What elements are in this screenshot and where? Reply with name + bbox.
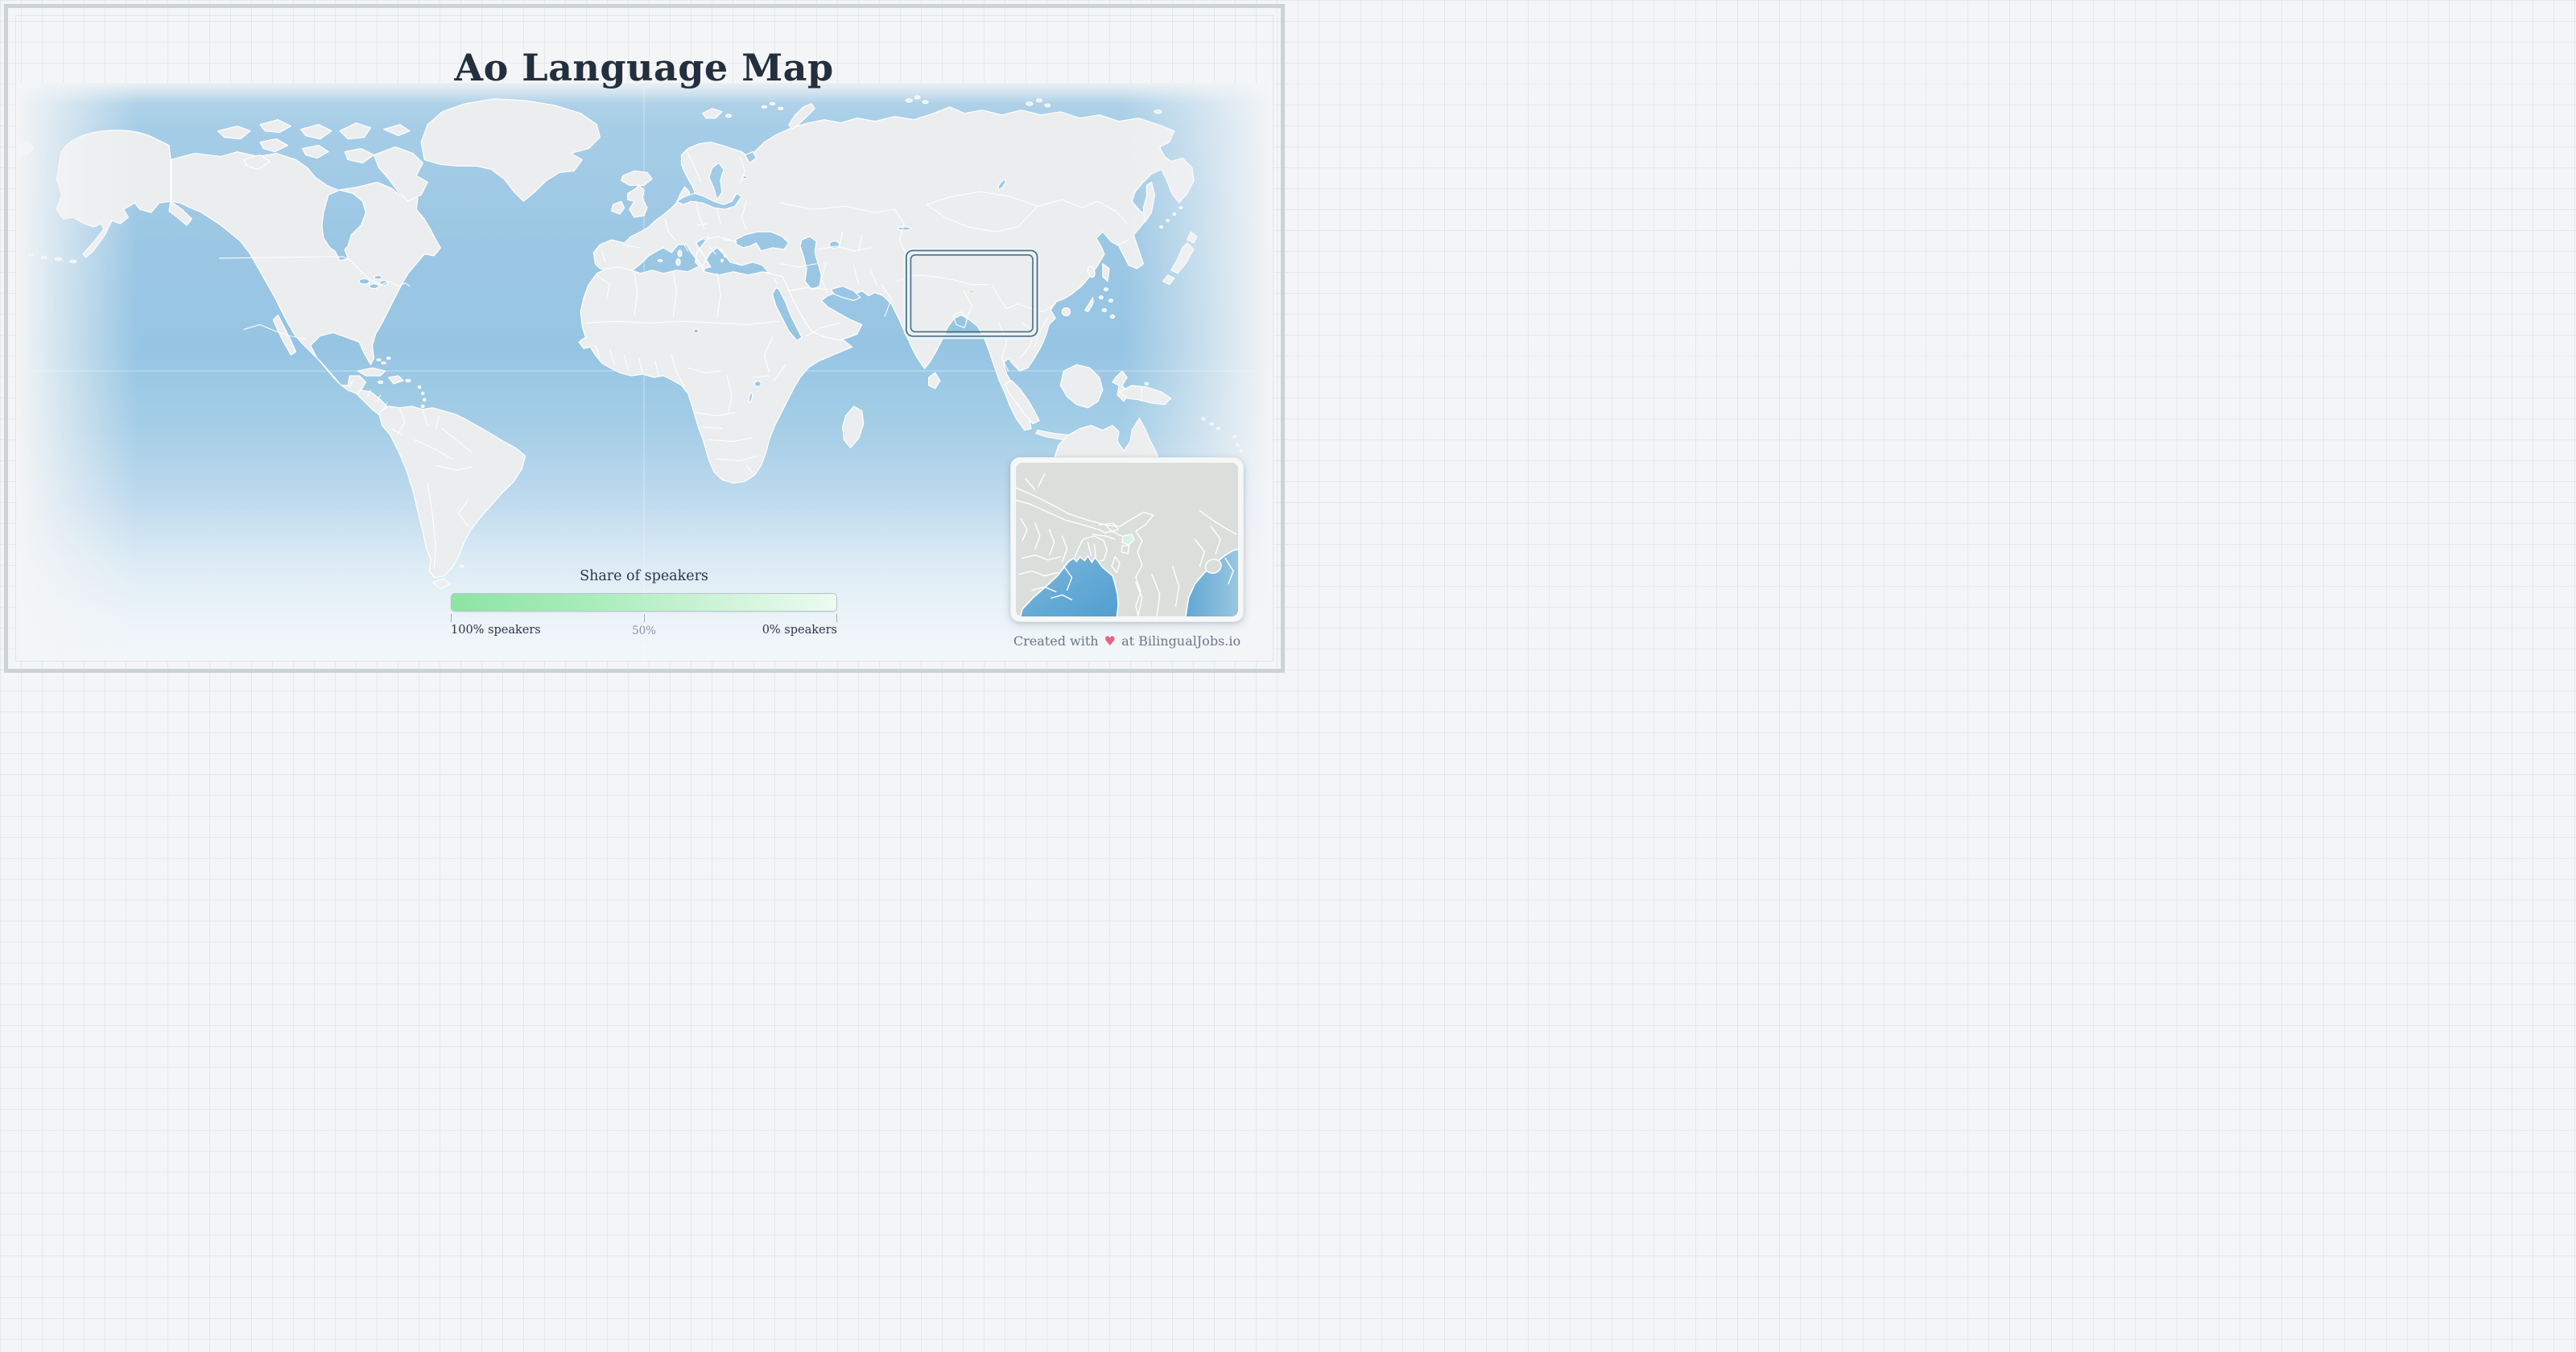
legend-tick-100 [451, 614, 452, 622]
heart-icon: ♥ [1104, 633, 1116, 649]
legend-tick-50 [644, 614, 645, 622]
inset-map [1016, 463, 1238, 616]
legend: Share of speakers 100% speakers 50% 0% s… [451, 568, 837, 640]
page-title: Ao Language Map [454, 45, 834, 89]
inset-map-svg [1016, 463, 1238, 616]
legend-label-0: 0% speakers [762, 624, 837, 637]
footer-prefix: Created with [1013, 633, 1099, 649]
left-fade [15, 83, 138, 661]
legend-label-100: 100% speakers [451, 624, 541, 637]
legend-ticks [451, 612, 837, 622]
legend-tick-0 [836, 614, 837, 622]
legend-label-50: 50% [631, 624, 657, 637]
legend-title: Share of speakers [580, 568, 708, 584]
footer-suffix: at BilingualJobs.io [1121, 633, 1241, 649]
footer-credit: Created with ♥ at BilingualJobs.io [1010, 633, 1244, 649]
inset-map-frame [1010, 457, 1244, 622]
legend-gradient-bar [451, 593, 837, 612]
